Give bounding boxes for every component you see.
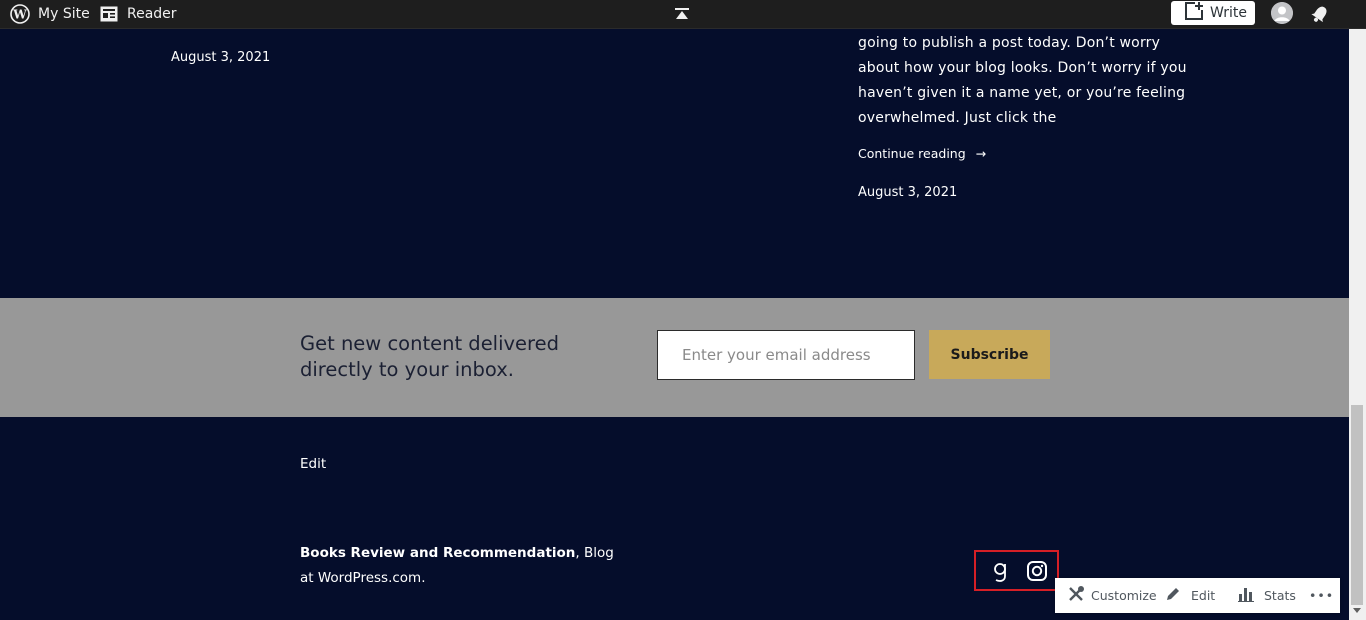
wordpress-logo-icon: W — [10, 4, 30, 24]
reader-icon — [100, 6, 118, 22]
social-links — [974, 550, 1059, 591]
more-icon: ••• — [1309, 588, 1335, 603]
tools-icon — [1067, 585, 1085, 606]
stats-icon — [1238, 586, 1254, 605]
continue-reading-link[interactable]: Continue reading → — [858, 146, 986, 161]
footer-edit-link[interactable]: Edit — [300, 456, 326, 472]
post-date: August 3, 2021 — [171, 50, 271, 65]
site-credit: Books Review and Recommendation, Blog at… — [300, 541, 630, 591]
write-icon — [1184, 1, 1204, 25]
customizer-bar: Customize Edit Stats ••• — [1055, 578, 1340, 613]
scroll-to-top-button[interactable] — [675, 0, 689, 28]
write-label: Write — [1210, 5, 1247, 21]
reader-label: Reader — [127, 6, 177, 22]
scroll-top-icon — [675, 7, 689, 21]
write-button[interactable]: Write — [1171, 1, 1255, 25]
pencil-icon — [1165, 586, 1181, 605]
scroll-down-arrow-icon[interactable] — [1353, 608, 1361, 613]
continue-reading-label: Continue reading — [858, 146, 966, 161]
edit-button[interactable]: Edit — [1165, 578, 1215, 613]
goodreads-icon[interactable] — [990, 561, 1010, 582]
post-excerpt: going to publish a post today. Don’t wor… — [858, 35, 1187, 126]
instagram-icon[interactable] — [1027, 561, 1047, 581]
stats-button[interactable]: Stats — [1238, 578, 1296, 613]
customize-label: Customize — [1091, 588, 1157, 603]
subscribe-button[interactable]: Subscribe — [929, 330, 1050, 379]
svg-text:W: W — [12, 8, 27, 22]
scrollbar-thumb[interactable] — [1351, 405, 1363, 605]
user-icon — [1271, 2, 1293, 24]
bell-icon — [1310, 4, 1330, 24]
email-field[interactable] — [657, 330, 915, 380]
edit-label: Edit — [1191, 588, 1216, 603]
admin-bar: W My Site Reader Write — [0, 0, 1366, 29]
site-name-link[interactable]: Books Review and Recommendation — [300, 545, 575, 561]
subscribe-text: Get new content delivered directly to yo… — [300, 332, 560, 381]
notifications-button[interactable] — [1310, 0, 1330, 28]
avatar[interactable] — [1271, 2, 1293, 24]
post-date: August 3, 2021 — [858, 185, 958, 200]
arrow-right-icon: → — [975, 146, 987, 161]
my-site-label: My Site — [38, 6, 90, 22]
reader-link[interactable]: Reader — [100, 0, 177, 28]
stats-label: Stats — [1264, 588, 1296, 603]
more-options-button[interactable]: ••• — [1309, 578, 1334, 613]
my-site-link[interactable]: W My Site — [10, 0, 90, 28]
customize-button[interactable]: Customize — [1067, 578, 1157, 613]
